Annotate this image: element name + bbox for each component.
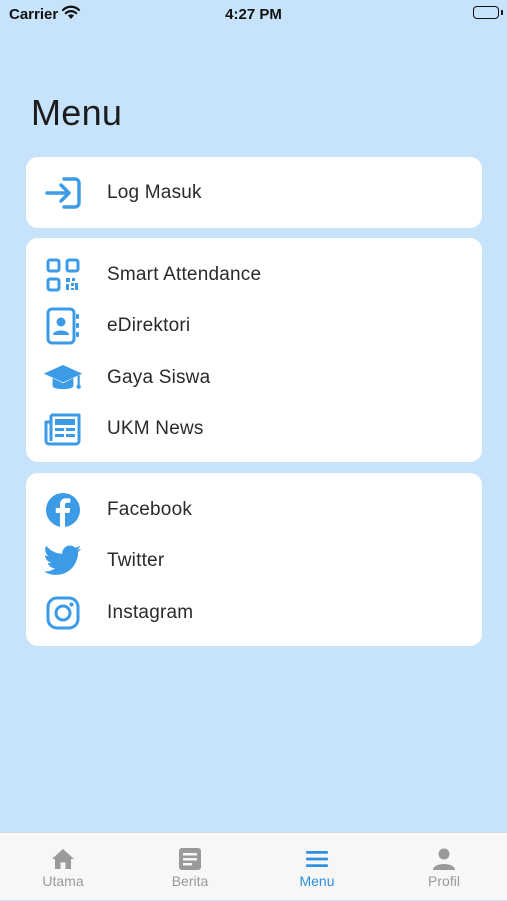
tab-menu[interactable]: Menu [254,833,380,901]
menu-item-label: UKM News [107,418,204,439]
menu-item-label: Instagram [107,602,194,623]
graduation-cap-icon [43,358,83,398]
tab-label: Utama [42,873,84,889]
tab-label: Berita [171,873,209,889]
menu-item-gaya-siswa[interactable]: Gaya Siswa [26,353,482,403]
tab-bar: Utama Berita Menu Profil [0,832,507,900]
news-icon [177,846,203,872]
menu-item-twitter[interactable]: Twitter [26,536,482,586]
menu-item-facebook[interactable]: Facebook [26,485,482,535]
battery-icon [473,6,499,19]
instagram-icon [43,593,83,633]
facebook-icon [43,490,83,530]
newspaper-icon [43,409,83,449]
tab-profil[interactable]: Profil [381,833,507,901]
menu-item-label: Smart Attendance [107,264,262,285]
twitter-icon [43,541,83,581]
menu-item-label: Facebook [107,499,193,520]
menu-item-label: eDirektori [107,315,191,336]
menu-item-ukm-news[interactable]: UKM News [26,404,482,454]
menu-item-label: Twitter [107,550,165,571]
home-icon [50,846,76,872]
page-title: Menu [31,92,123,133]
tab-label: Profil [428,873,460,889]
menu-item-edirektori[interactable]: eDirektori [26,301,482,351]
login-icon [43,173,83,213]
menu-item-log-masuk[interactable]: Log Masuk [26,168,482,218]
tab-berita[interactable]: Berita [127,833,253,901]
social-card: Facebook Twitter Instagram [26,473,482,646]
contact-book-icon [43,306,83,346]
menu-item-instagram[interactable]: Instagram [26,588,482,638]
clock: 4:27 PM [225,6,282,23]
menu-item-label: Log Masuk [107,182,202,203]
battery-cap [501,10,503,15]
status-bar: Carrier 4:27 PM [0,0,507,30]
menu-icon [304,846,330,872]
tab-utama[interactable]: Utama [0,833,126,901]
tab-label: Menu [299,873,335,889]
menu-item-label: Gaya Siswa [107,367,211,388]
features-card: Smart Attendance eDirektori Gaya Siswa U… [26,238,482,462]
login-card: Log Masuk [26,157,482,228]
profile-icon [431,846,457,872]
qr-code-icon [43,255,83,295]
menu-item-smart-attendance[interactable]: Smart Attendance [26,250,482,300]
